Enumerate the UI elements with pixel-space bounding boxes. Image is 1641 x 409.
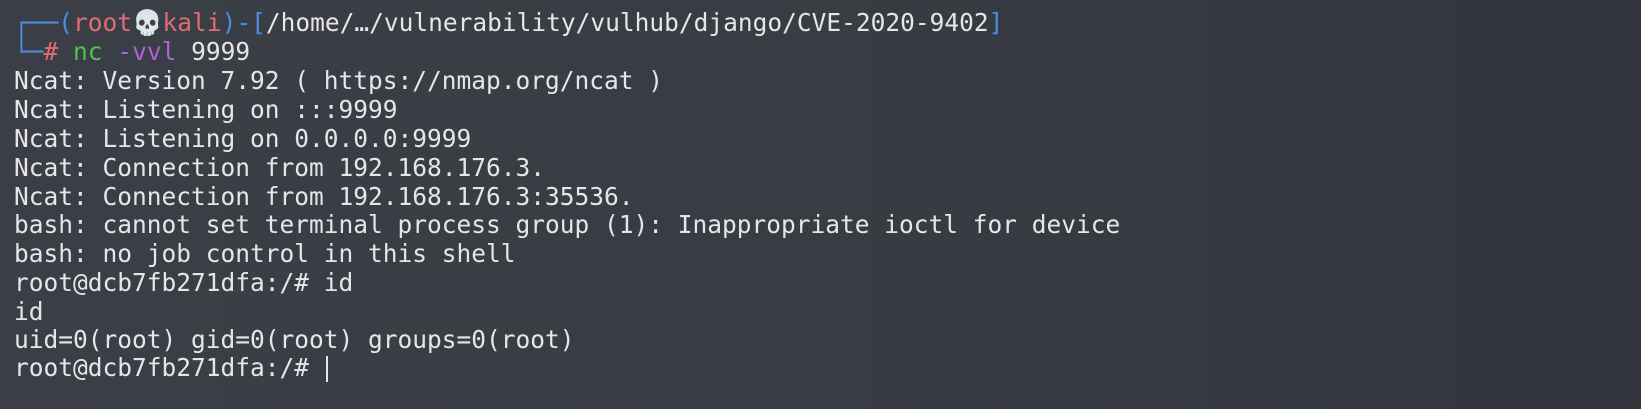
prompt-user: root bbox=[73, 8, 133, 37]
output-line: Ncat: Connection from 192.168.176.3:3553… bbox=[14, 182, 634, 211]
output-line: bash: no job control in this shell bbox=[14, 239, 516, 268]
output-line: bash: cannot set terminal process group … bbox=[14, 210, 1121, 239]
skull-icon: 💀 bbox=[132, 8, 163, 37]
output-line: id bbox=[14, 297, 44, 326]
prompt-corner-top: ┌──( bbox=[14, 8, 74, 37]
text-cursor bbox=[325, 356, 328, 382]
command-name: nc bbox=[73, 37, 103, 66]
prompt-close-bracket: ] bbox=[988, 8, 1004, 37]
prompt-host: kali bbox=[162, 8, 222, 37]
command-flag: -vvl bbox=[117, 37, 177, 66]
command-arg: 9999 bbox=[191, 37, 251, 66]
prompt-separator: )-[ bbox=[221, 8, 266, 37]
prompt-corner-bottom: └─ bbox=[14, 37, 44, 66]
prompt-hash: # bbox=[43, 37, 59, 66]
output-line: Ncat: Listening on 0.0.0.0:9999 bbox=[14, 124, 472, 153]
terminal-window[interactable]: ┌──(root💀kali)-[/home/…/vulnerability/vu… bbox=[0, 0, 1641, 409]
output-line: Ncat: Connection from 192.168.176.3. bbox=[14, 153, 546, 182]
output-line: root@dcb7fb271dfa:/# id bbox=[14, 268, 354, 297]
shell-prompt: root@dcb7fb271dfa:/# bbox=[14, 353, 324, 382]
prompt-header: ┌──(root💀kali)-[/home/…/vulnerability/vu… bbox=[14, 8, 1003, 38]
prompt-path: /home/…/vulnerability/vulhub/django/CVE-… bbox=[265, 8, 989, 37]
output-line: Ncat: Listening on :::9999 bbox=[14, 95, 398, 124]
output-line: uid=0(root) gid=0(root) groups=0(root) bbox=[14, 325, 575, 354]
output-line: Ncat: Version 7.92 ( https://nmap.org/nc… bbox=[14, 66, 664, 95]
prompt-command-line: └─# nc -vvl 9999 bbox=[14, 37, 250, 67]
shell-input-line[interactable]: root@dcb7fb271dfa:/# bbox=[14, 353, 328, 383]
